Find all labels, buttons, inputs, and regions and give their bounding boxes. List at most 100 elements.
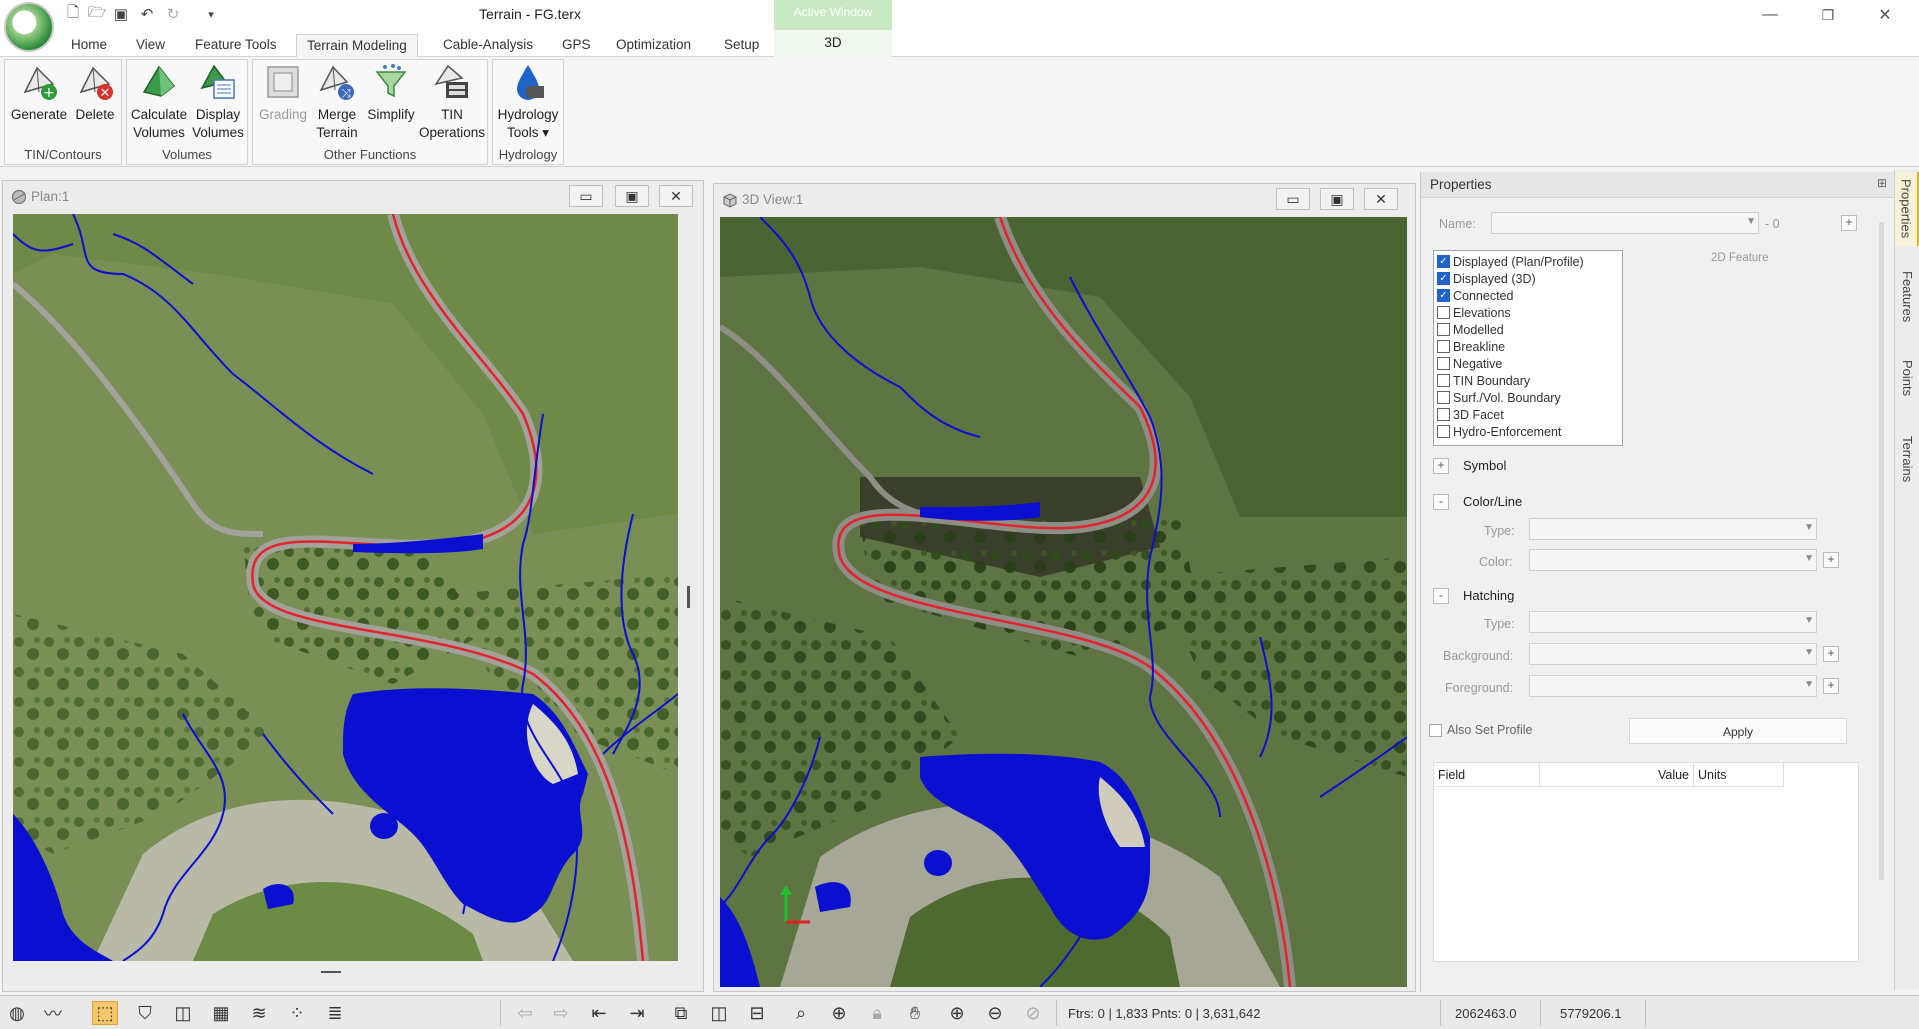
tab-terrain-modeling[interactable]: Terrain Modeling (296, 34, 418, 57)
line-color-select[interactable]: ▼ (1529, 549, 1817, 571)
calculate-volumes-button[interactable]: Calculate Volumes (129, 62, 189, 142)
plan-splitter-handle[interactable] (687, 586, 690, 608)
tab-setup[interactable]: Setup (714, 34, 769, 57)
pin-icon[interactable]: ⊞ (1877, 176, 1887, 190)
zoom-out-icon[interactable]: ⊖ (982, 1001, 1008, 1025)
zoom-icon[interactable]: ⌕ (788, 1001, 814, 1025)
cascade-windows-icon[interactable]: ⧉ (668, 1001, 694, 1025)
tin-operations-button[interactable]: TIN Operations (419, 62, 485, 142)
hatch-type-select[interactable]: ▼ (1529, 611, 1817, 633)
zoom-window-icon[interactable]: ⊕ (826, 1001, 852, 1025)
line-type-select[interactable]: ▼ (1529, 518, 1817, 540)
hatch-background-select[interactable]: ▼ (1529, 643, 1817, 665)
tab-home[interactable]: Home (61, 34, 117, 57)
table-grid-icon[interactable]: ▦ (208, 1001, 234, 1025)
contours-icon[interactable]: ≋ (246, 1001, 272, 1025)
3d-box-icon[interactable]: ⬚ (92, 1001, 118, 1025)
feature-flag-checkbox[interactable] (1437, 306, 1450, 319)
3d-maximize-button[interactable]: ▣ (1320, 188, 1354, 210)
3d-close-button[interactable]: ✕ (1364, 188, 1398, 210)
feature-flag-row[interactable]: 3D Facet (1437, 406, 1504, 423)
feature-flag-row[interactable]: Breakline (1437, 338, 1505, 355)
side-tab-points[interactable]: Points (1895, 350, 1919, 406)
feature-flag-checkbox[interactable] (1437, 340, 1450, 353)
pan-hand-icon[interactable]: ✋︎ (902, 1001, 928, 1025)
hydrology-tools-button[interactable]: Hydrology Tools ▾ (495, 62, 561, 142)
layout-panels-icon[interactable]: ◫ (170, 1001, 196, 1025)
tile-horizontal-icon[interactable]: ⊟ (744, 1001, 770, 1025)
section-view-icon[interactable]: ⛉ (132, 1001, 158, 1025)
feature-flag-row[interactable]: ✓ Displayed (Plan/Profile) (1437, 253, 1584, 270)
lock-icon[interactable]: 🔒︎ (864, 1001, 890, 1025)
simplify-button[interactable]: Simplify (363, 62, 419, 124)
minimize-button[interactable]: — (1747, 0, 1793, 30)
grading-button[interactable]: Grading (255, 62, 311, 124)
field-column-header[interactable]: Field (1434, 763, 1540, 787)
hatching-collapse-toggle[interactable]: - (1433, 588, 1449, 604)
arrow-left-icon[interactable]: ⇦ (512, 1001, 538, 1025)
feature-flag-checkbox[interactable] (1437, 425, 1450, 438)
feature-flag-row[interactable]: Modelled (1437, 321, 1504, 338)
tab-3d[interactable]: 3D (774, 30, 892, 57)
feature-flag-checkbox[interactable]: ✓ (1437, 255, 1450, 268)
tab-view[interactable]: View (126, 34, 175, 57)
feature-flag-row[interactable]: Hydro-Enforcement (1437, 423, 1561, 440)
plan-maximize-button[interactable]: ▣ (615, 185, 649, 207)
3d-map-canvas[interactable] (720, 217, 1407, 987)
tab-feature-tools[interactable]: Feature Tools (185, 34, 287, 57)
feature-flag-row[interactable]: TIN Boundary (1437, 372, 1530, 389)
feature-flag-checkbox[interactable]: ✓ (1437, 272, 1450, 285)
units-column-header[interactable]: Units (1694, 763, 1784, 787)
arrow-back-icon[interactable]: ⇤ (586, 1001, 612, 1025)
feature-flag-row[interactable]: Surf./Vol. Boundary (1437, 389, 1561, 406)
feature-flag-checkbox[interactable] (1437, 391, 1450, 404)
side-tab-terrains[interactable]: Terrains (1895, 426, 1919, 492)
feature-flag-checkbox[interactable] (1437, 357, 1450, 370)
symbol-expand-toggle[interactable]: + (1433, 458, 1449, 474)
side-tab-properties[interactable]: Properties (1895, 172, 1919, 246)
tab-optimization[interactable]: Optimization (606, 34, 701, 57)
plan-aerial-map[interactable] (13, 214, 678, 961)
zoom-in-icon[interactable]: ⊕ (944, 1001, 970, 1025)
feature-flag-row[interactable]: ✓ Connected (1437, 287, 1513, 304)
feature-flag-checkbox[interactable] (1437, 323, 1450, 336)
add-color-button[interactable]: + (1823, 552, 1839, 568)
feature-flag-row[interactable]: ✓ Displayed (3D) (1437, 270, 1536, 287)
3d-aerial-render[interactable] (720, 217, 1407, 987)
tab-gps[interactable]: GPS (552, 34, 601, 57)
feature-flag-row[interactable]: Negative (1437, 355, 1502, 372)
merge-terrain-button[interactable]: ⤨ Merge Terrain (311, 62, 363, 142)
tile-vertical-icon[interactable]: ◫ (706, 1001, 732, 1025)
name-input[interactable]: ▼ (1491, 212, 1759, 234)
side-tab-features[interactable]: Features (1895, 262, 1919, 332)
display-volumes-button[interactable]: Display Volumes (189, 62, 247, 142)
profile-line-icon[interactable]: 〰 (40, 1001, 66, 1025)
feature-flag-row[interactable]: Elevations (1437, 304, 1511, 321)
points-cloud-icon[interactable]: ⁘ (284, 1001, 310, 1025)
generate-button[interactable]: + Generate (9, 62, 69, 124)
globe-icon[interactable]: ◍ (4, 1001, 30, 1025)
feature-flag-checkbox[interactable] (1437, 374, 1450, 387)
plan-minimize-button[interactable]: ▭ (569, 185, 603, 207)
restore-button[interactable]: ❐ (1805, 0, 1851, 30)
layers-icon[interactable]: ≣ (322, 1001, 348, 1025)
tab-cable-analysis[interactable]: Cable-Analysis (433, 34, 543, 57)
arrow-forward-icon[interactable]: ⇥ (624, 1001, 650, 1025)
plan-map-canvas[interactable] (13, 214, 678, 961)
plan-bottom-handle[interactable] (321, 971, 341, 973)
delete-button[interactable]: ✕ Delete (69, 62, 121, 124)
zoom-extents-icon[interactable]: ⊘ (1020, 1001, 1046, 1025)
add-background-button[interactable]: + (1823, 646, 1839, 662)
hatch-foreground-select[interactable]: ▼ (1529, 675, 1817, 697)
3d-minimize-button[interactable]: ▭ (1276, 188, 1310, 210)
add-foreground-button[interactable]: + (1823, 678, 1839, 694)
add-name-button[interactable]: + (1841, 215, 1857, 231)
close-button[interactable]: ✕ (1862, 0, 1908, 30)
color-line-collapse-toggle[interactable]: - (1433, 494, 1449, 510)
feature-flag-checkbox[interactable] (1437, 408, 1450, 421)
arrow-right-icon[interactable]: ⇨ (548, 1001, 574, 1025)
value-column-header[interactable]: Value (1540, 763, 1694, 787)
plan-close-button[interactable]: ✕ (659, 185, 693, 207)
feature-flag-checkbox[interactable]: ✓ (1437, 289, 1450, 302)
apply-button[interactable]: Apply (1629, 718, 1847, 744)
